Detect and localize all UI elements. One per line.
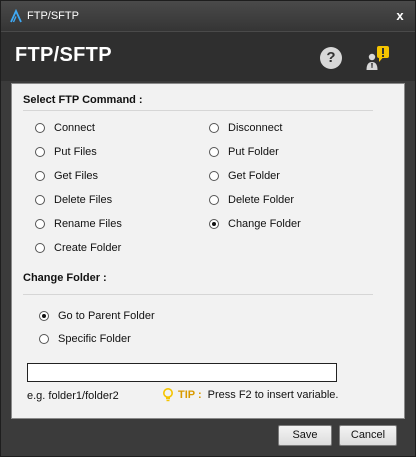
tip-label: TIP : bbox=[178, 389, 202, 401]
radio-label: Create Folder bbox=[54, 242, 122, 254]
radio-create-folder[interactable]: Create Folder bbox=[35, 242, 121, 254]
radio-delete-files[interactable]: Delete Files bbox=[35, 194, 112, 206]
radio-label: Delete Files bbox=[54, 194, 113, 206]
radio-delete-folder[interactable]: Delete Folder bbox=[209, 194, 294, 206]
radio-label: Get Folder bbox=[228, 170, 280, 182]
radio-label: Disconnect bbox=[228, 122, 283, 134]
dialog-header: FTP/SFTP bbox=[1, 31, 415, 81]
divider bbox=[23, 110, 373, 111]
radio-disconnect[interactable]: Disconnect bbox=[209, 122, 282, 134]
path-example-text: e.g. folder1/folder2 bbox=[27, 390, 119, 402]
radio-label: Rename Files bbox=[54, 218, 122, 230]
radio-circle bbox=[35, 195, 45, 205]
radio-specific-folder[interactable]: Specific Folder bbox=[39, 333, 131, 345]
radio-rename-files[interactable]: Rename Files bbox=[35, 218, 122, 230]
radio-circle bbox=[35, 243, 45, 253]
folder-path-input[interactable] bbox=[27, 363, 337, 382]
radio-get-files[interactable]: Get Files bbox=[35, 170, 98, 182]
radio-label: Put Files bbox=[54, 146, 97, 158]
radio-label: Delete Folder bbox=[228, 194, 295, 206]
app-logo-icon bbox=[10, 9, 22, 23]
radio-circle bbox=[209, 147, 219, 157]
tip-row: TIP : Press F2 to insert variable. bbox=[162, 388, 338, 402]
radio-label: Go to Parent Folder bbox=[58, 310, 155, 322]
radio-circle bbox=[35, 171, 45, 181]
radio-label: Get Files bbox=[54, 170, 99, 182]
lightbulb-icon bbox=[163, 388, 173, 402]
radio-label: Put Folder bbox=[228, 146, 279, 158]
ftp-dialog-window: FTP/SFTP x FTP/SFTP ? Select FTP Command… bbox=[0, 0, 416, 457]
radio-circle bbox=[35, 123, 45, 133]
change-folder-heading: Change Folder : bbox=[23, 272, 107, 284]
user-alert-icon[interactable] bbox=[363, 44, 391, 72]
radio-change-folder[interactable]: Change Folder bbox=[209, 218, 301, 230]
cancel-button[interactable]: Cancel bbox=[339, 425, 397, 446]
radio-get-folder[interactable]: Get Folder bbox=[209, 170, 280, 182]
header-title: FTP/SFTP bbox=[15, 44, 112, 66]
radio-put-files[interactable]: Put Files bbox=[35, 146, 97, 158]
radio-label: Specific Folder bbox=[58, 333, 131, 345]
radio-circle bbox=[35, 147, 45, 157]
divider bbox=[23, 294, 373, 295]
radio-go-to-parent-folder[interactable]: Go to Parent Folder bbox=[39, 310, 155, 322]
radio-label: Change Folder bbox=[228, 218, 301, 230]
radio-circle bbox=[39, 334, 49, 344]
radio-circle bbox=[209, 219, 219, 229]
radio-circle bbox=[35, 219, 45, 229]
title-bar[interactable]: FTP/SFTP x bbox=[1, 1, 415, 31]
radio-circle bbox=[209, 171, 219, 181]
window-title: FTP/SFTP bbox=[27, 10, 79, 22]
radio-circle bbox=[39, 311, 49, 321]
radio-circle bbox=[209, 195, 219, 205]
radio-label: Connect bbox=[54, 122, 95, 134]
help-icon[interactable]: ? bbox=[320, 47, 342, 69]
radio-circle bbox=[209, 123, 219, 133]
tip-text: Press F2 to insert variable. bbox=[207, 389, 339, 401]
select-command-heading: Select FTP Command : bbox=[23, 94, 143, 106]
radio-connect[interactable]: Connect bbox=[35, 122, 95, 134]
radio-put-folder[interactable]: Put Folder bbox=[209, 146, 279, 158]
save-button[interactable]: Save bbox=[278, 425, 332, 446]
close-button[interactable]: x bbox=[393, 8, 407, 24]
